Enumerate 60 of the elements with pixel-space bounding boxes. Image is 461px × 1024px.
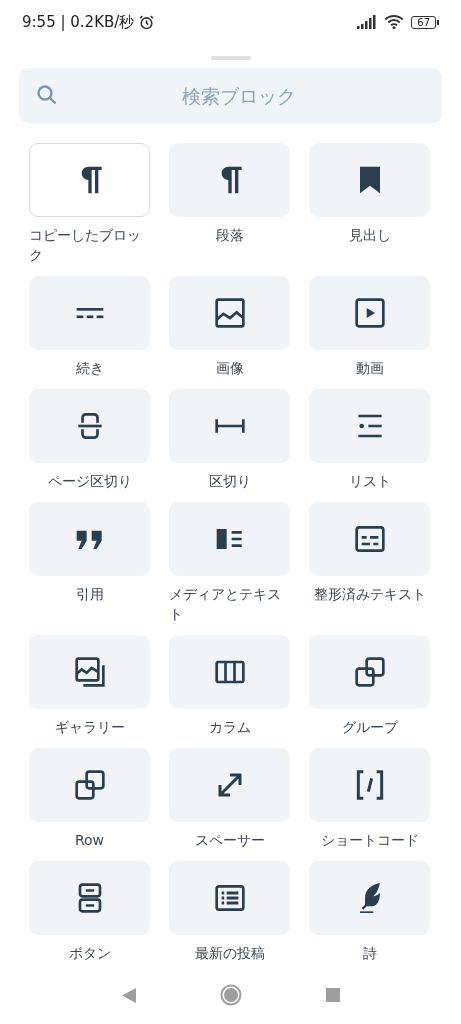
block-tile-button[interactable] <box>309 143 430 217</box>
block-label: 区切り <box>208 472 251 491</box>
block-label: 詩 <box>362 944 377 963</box>
block-tile-button[interactable] <box>29 748 150 822</box>
block-tile-button[interactable] <box>309 502 430 576</box>
block-label: 見出し <box>348 226 391 245</box>
block-tile-button[interactable] <box>29 276 150 350</box>
overlapping-squares-icon <box>354 657 385 687</box>
block-label: ボタン <box>68 944 111 963</box>
block-label: リスト <box>348 472 391 491</box>
block-tile-button[interactable] <box>29 861 150 935</box>
block-tile-button[interactable] <box>309 748 430 822</box>
search-field[interactable]: 検索ブロック <box>19 68 442 123</box>
preformatted-icon <box>354 524 385 554</box>
video-icon <box>354 298 385 328</box>
block-label: 最新の投稿 <box>194 944 265 963</box>
block-tile-button[interactable] <box>169 861 290 935</box>
image-icon <box>214 298 245 328</box>
overlapping-squares-icon <box>74 770 105 800</box>
block-tile-button[interactable] <box>29 389 150 463</box>
shortcode-icon <box>354 770 385 800</box>
block-label: ギャラリー <box>54 718 125 737</box>
back-icon[interactable] <box>121 987 136 1003</box>
block-tile-button[interactable] <box>169 748 290 822</box>
block-tile-button[interactable] <box>169 143 290 217</box>
block-label: 動画 <box>355 359 384 378</box>
block-label: 段落 <box>215 226 244 245</box>
block-label: 続き <box>75 359 104 378</box>
block-tile-button[interactable] <box>309 276 430 350</box>
block-label: カラム <box>208 718 251 737</box>
block-label: グループ <box>341 718 398 737</box>
block-tile-button[interactable] <box>169 635 290 709</box>
block-label: スペーサー <box>194 831 265 850</box>
block-tile-button[interactable] <box>309 635 430 709</box>
block-label: 画像 <box>215 359 244 378</box>
block-tile-button[interactable] <box>309 389 430 463</box>
home-icon[interactable] <box>219 984 242 1006</box>
status-text: 9:55 | 0.2KB/秒 <box>22 12 135 32</box>
block-label: Row <box>74 831 105 850</box>
block-tile-button[interactable] <box>169 502 290 576</box>
battery-icon: 67 <box>411 15 439 29</box>
post-list-icon <box>214 883 245 913</box>
block-tile-button[interactable] <box>29 143 150 217</box>
gallery-icon <box>74 657 105 687</box>
block-label: コピーしたブロック <box>29 226 142 265</box>
block-label: ショートコード <box>320 831 419 850</box>
block-label: 整形済みテキスト <box>313 585 426 604</box>
block-label: メディアとテキスト <box>169 585 282 624</box>
signal-icon <box>357 15 378 29</box>
alarm-icon <box>138 13 156 31</box>
block-label: 引用 <box>75 585 104 604</box>
block-tile-button[interactable] <box>309 861 430 935</box>
wifi-icon <box>384 14 405 30</box>
block-tile-button[interactable] <box>169 276 290 350</box>
recents-icon[interactable] <box>325 988 340 1002</box>
block-tile-button[interactable] <box>29 635 150 709</box>
block-tile-button[interactable] <box>169 389 290 463</box>
block-tile-button[interactable] <box>29 502 150 576</box>
block-label: ページ区切り <box>47 472 132 491</box>
search-icon <box>35 83 59 107</box>
